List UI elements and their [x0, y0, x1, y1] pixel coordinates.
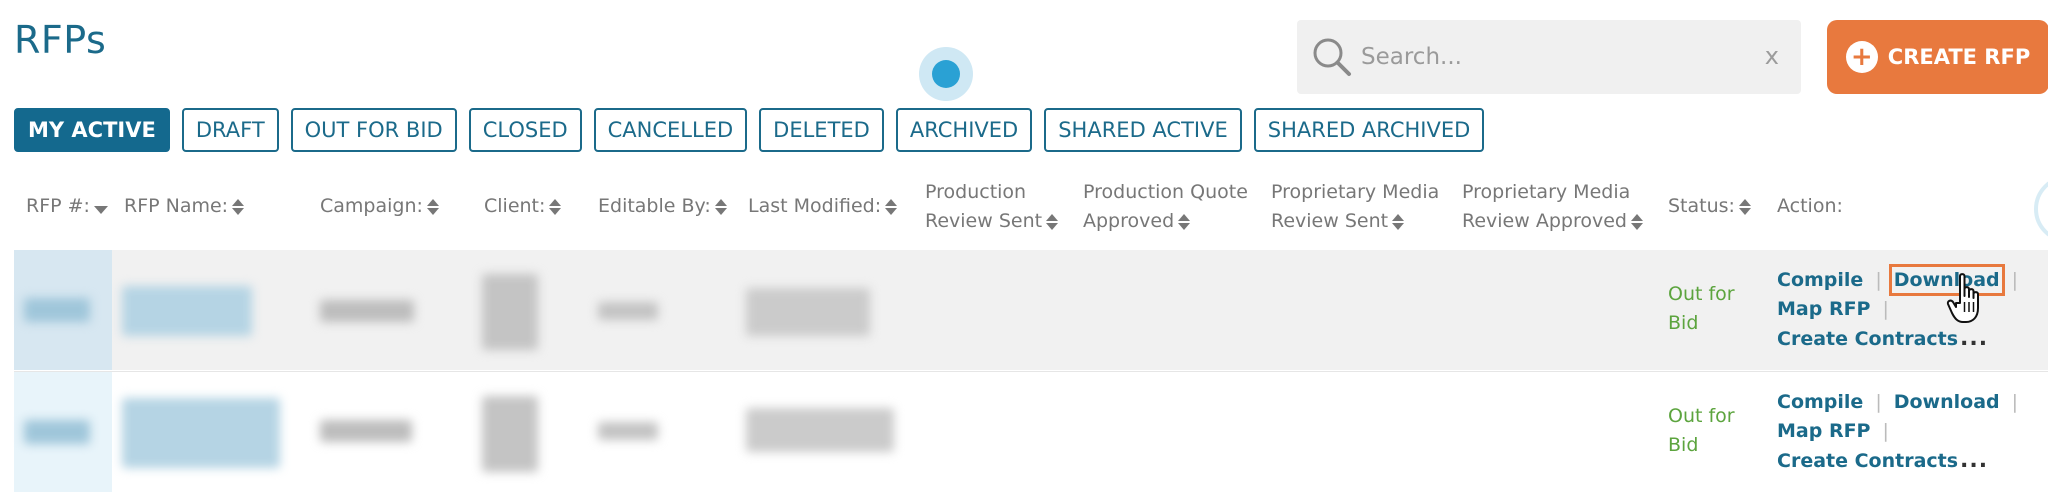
- search-clear-button[interactable]: x: [1765, 42, 1779, 70]
- tab-archived[interactable]: ARCHIVED: [895, 108, 1033, 152]
- header-proprietary-media-review-sent[interactable]: Proprietary Media Review Sent: [1271, 178, 1439, 236]
- redacted-client: [482, 274, 538, 350]
- sort-icon: [549, 199, 561, 215]
- sort-icon: [427, 199, 439, 215]
- redacted-campaign: [320, 420, 412, 442]
- tab-deleted[interactable]: DELETED: [759, 108, 884, 152]
- redacted-campaign: [320, 300, 414, 322]
- sort-icon: [1046, 214, 1058, 230]
- redacted-rfp-name[interactable]: [122, 286, 252, 336]
- redacted-rfp-name[interactable]: [122, 398, 280, 468]
- tab-closed[interactable]: CLOSED: [468, 108, 582, 152]
- plus-circle-icon: +: [1845, 41, 1878, 73]
- header-last-modified[interactable]: Last Modified:: [748, 192, 897, 221]
- compile-link[interactable]: Compile: [1777, 391, 1863, 413]
- sort-icon: [885, 199, 897, 215]
- tab-cancelled[interactable]: CANCELLED: [593, 108, 748, 152]
- search-box: x: [1297, 20, 1801, 94]
- search-icon: [1313, 38, 1351, 76]
- search-input[interactable]: [1361, 20, 1741, 94]
- rfp-number-cell: [14, 372, 112, 492]
- create-rfp-label: CREATE RFP: [1887, 45, 2031, 69]
- download-link[interactable]: Download: [1894, 391, 2000, 413]
- sort-icon: [715, 199, 727, 215]
- header-editable-by[interactable]: Editable By:: [598, 192, 727, 221]
- redacted-rfp-number[interactable]: [24, 298, 90, 322]
- table-row: Out for Bid Compile | Download | Map RFP | Cr…: [14, 250, 2048, 370]
- redacted-last-modified: [746, 288, 870, 336]
- status-text: Out for Bid: [1668, 283, 1735, 334]
- tab-shared-archived[interactable]: SHARED ARCHIVED: [1253, 108, 1485, 152]
- sort-desc-icon: [94, 200, 108, 214]
- create-contracts-link[interactable]: Create Contracts: [1777, 450, 1958, 472]
- map-rfp-link[interactable]: Map RFP: [1777, 298, 1870, 320]
- header-rfp-name[interactable]: RFP Name:: [124, 192, 244, 221]
- header-production-quote-approved[interactable]: Production Quote Approved: [1083, 178, 1248, 236]
- cursor-indicator: [919, 47, 973, 101]
- header-production-review-sent[interactable]: Production Review Sent: [925, 178, 1058, 236]
- action-links: Compile | Download | Map RFP | Create Contra…: [1777, 264, 2019, 350]
- status-text: Out for Bid: [1668, 405, 1735, 456]
- compile-link[interactable]: Compile: [1777, 269, 1863, 291]
- redacted-last-modified: [746, 408, 894, 452]
- header-client[interactable]: Client:: [484, 192, 561, 221]
- sort-icon: [1631, 214, 1643, 230]
- header-campaign[interactable]: Campaign:: [320, 192, 439, 221]
- tab-my-active[interactable]: MY ACTIVE: [14, 108, 170, 152]
- header-action: Action:: [1777, 195, 1843, 217]
- hand-cursor-icon: [1946, 273, 1979, 323]
- action-links: Compile | Download | Map RFP | Create Contra…: [1777, 391, 2019, 472]
- table-row: Out for Bid Compile | Download | Map RFP | Cr…: [14, 371, 2048, 492]
- map-rfp-link[interactable]: Map RFP: [1777, 420, 1870, 442]
- header-rfp-number[interactable]: RFP #:: [26, 192, 108, 221]
- redacted-editable-by: [598, 302, 658, 320]
- tab-draft[interactable]: DRAFT: [181, 108, 279, 152]
- more-options-button[interactable]: ...: [1960, 448, 1988, 473]
- redacted-client: [482, 396, 538, 472]
- tab-out-for-bid[interactable]: OUT FOR BID: [290, 108, 457, 152]
- sort-icon: [1178, 214, 1190, 230]
- status-tabs: MY ACTIVE DRAFT OUT FOR BID CLOSED CANCE…: [14, 108, 1485, 152]
- sort-icon: [1392, 214, 1404, 230]
- page-title: RFPs: [14, 18, 107, 62]
- rfp-number-cell: [14, 250, 112, 370]
- redacted-rfp-number[interactable]: [24, 420, 90, 444]
- create-contracts-link[interactable]: Create Contracts: [1777, 328, 1958, 350]
- sort-icon: [1739, 199, 1751, 215]
- tab-shared-active[interactable]: SHARED ACTIVE: [1044, 108, 1242, 152]
- sort-icon: [232, 199, 244, 215]
- cursor-ring-decoration: [2034, 175, 2048, 243]
- header-proprietary-media-review-approved[interactable]: Proprietary Media Review Approved: [1462, 178, 1643, 236]
- more-options-button[interactable]: ...: [1960, 326, 1988, 351]
- redacted-editable-by: [598, 422, 658, 440]
- header-status[interactable]: Status:: [1668, 192, 1751, 221]
- create-rfp-button[interactable]: + CREATE RFP: [1827, 20, 2048, 94]
